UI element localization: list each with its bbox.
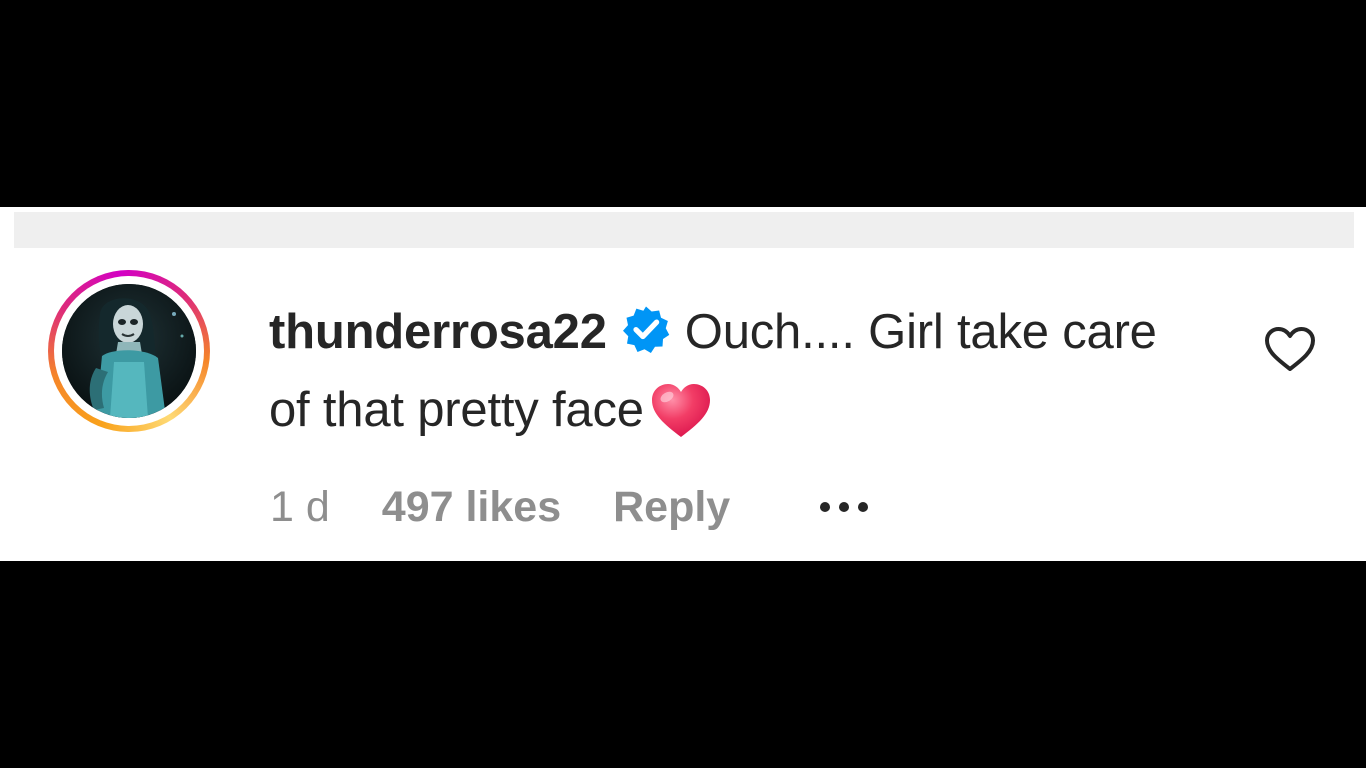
- avatar-image: [62, 284, 196, 418]
- comment-meta: 1 d 497 likes Reply: [270, 479, 869, 535]
- comment-timestamp: 1 d: [270, 482, 330, 531]
- comment-username[interactable]: thunderrosa22: [269, 305, 607, 359]
- red-heart-emoji: [651, 384, 710, 437]
- letterbox-bottom: [0, 561, 1366, 768]
- avatar[interactable]: [62, 284, 196, 418]
- comment-body: thunderrosa22 Ouch.... Girl take care of…: [269, 293, 1199, 449]
- more-options-icon[interactable]: [820, 492, 869, 522]
- comment-panel: thunderrosa22 Ouch.... Girl take care of…: [0, 207, 1366, 561]
- letterbox-top: [0, 0, 1366, 207]
- verified-badge-icon: [622, 306, 670, 353]
- likes-count[interactable]: 497 likes: [382, 483, 561, 532]
- heart-outline-icon[interactable]: [1263, 325, 1317, 373]
- story-ring[interactable]: [48, 270, 210, 432]
- previous-content-strip: [14, 212, 1354, 248]
- reply-button[interactable]: Reply: [613, 483, 730, 532]
